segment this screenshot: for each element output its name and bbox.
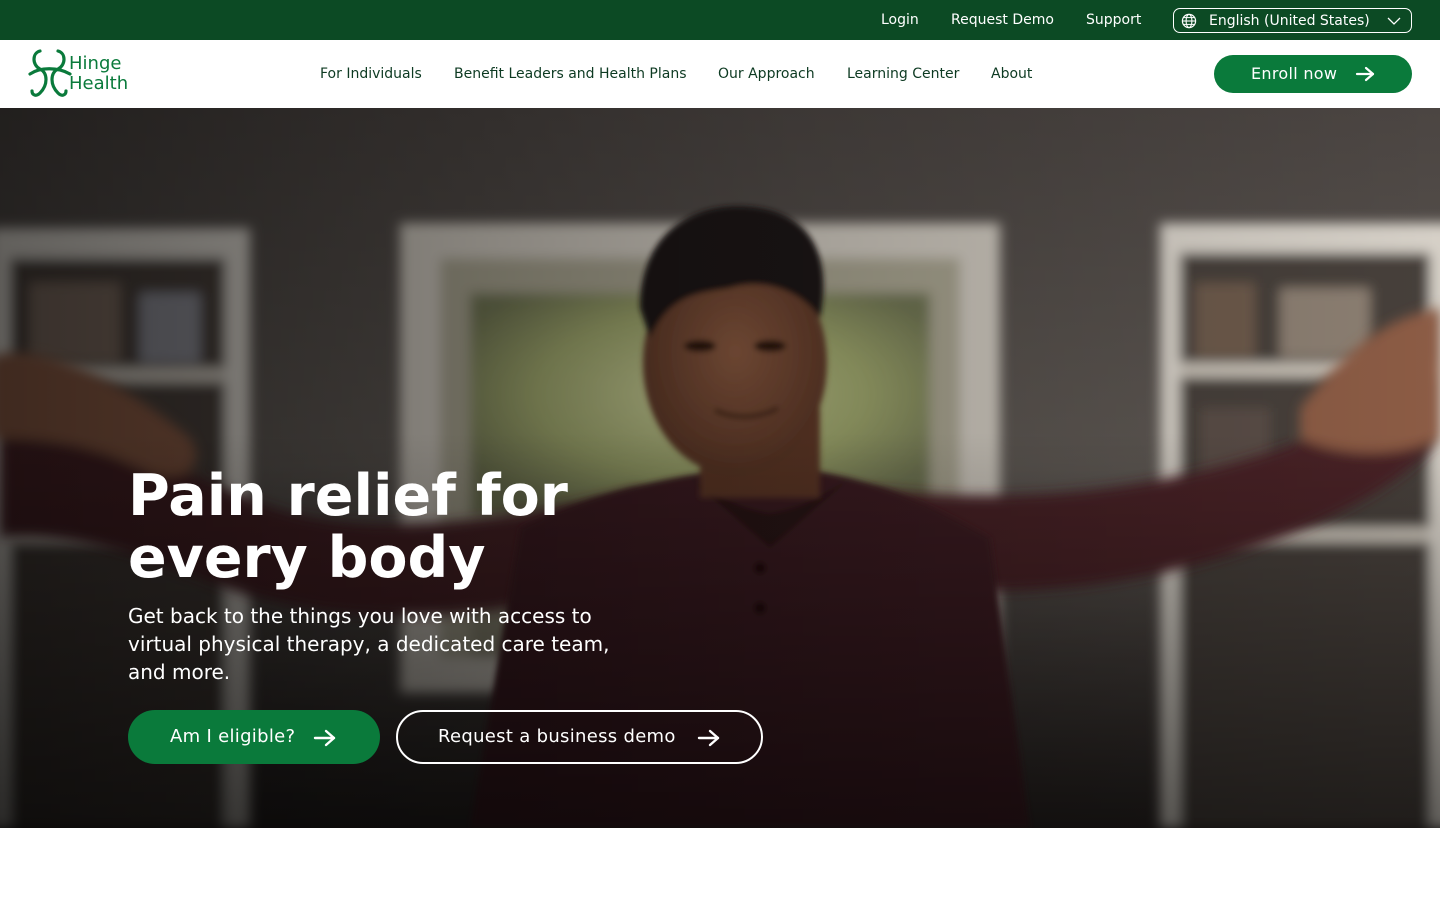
logo-text-line2: Health (69, 73, 129, 94)
nav-item-learning-center[interactable]: Learning Center (847, 65, 959, 83)
hinge-health-logo[interactable]: Hinge Health (28, 49, 148, 99)
request-demo-link[interactable]: Request Demo (951, 11, 1054, 29)
hinge-health-logo-mark (28, 49, 72, 97)
hero-subtext: Get back to the things you love with acc… (128, 604, 610, 684)
hero-headline-line1: Pain relief for (128, 463, 568, 529)
login-link[interactable]: Login (881, 11, 919, 29)
main-nav: Hinge Health For Individuals Benefit Lea… (0, 40, 1440, 108)
am-i-eligible-button[interactable]: Am I eligible? (128, 710, 380, 764)
chevron-down-icon (1387, 17, 1401, 25)
hero-headline: Pain relief for every body (128, 465, 688, 589)
arrow-right-icon (1355, 66, 1375, 82)
language-select[interactable]: English (United States) (1173, 8, 1412, 33)
globe-icon (1181, 13, 1197, 29)
language-select-value: English (United States) (1209, 13, 1370, 29)
utility-bar: Login Request Demo Support English (Unit… (0, 0, 1440, 40)
arrow-right-icon (697, 729, 720, 747)
am-i-eligible-label: Am I eligible? (170, 726, 296, 747)
nav-item-benefit-leaders[interactable]: Benefit Leaders and Health Plans (454, 65, 687, 83)
enroll-now-label: Enroll now (1251, 64, 1338, 83)
arrow-right-icon (313, 729, 336, 747)
hero-section: Pain relief for every body Get back to t… (0, 108, 1440, 828)
logo-text-line1: Hinge (69, 53, 122, 74)
support-link[interactable]: Support (1086, 11, 1141, 29)
nav-item-about[interactable]: About (991, 65, 1032, 83)
nav-item-for-individuals[interactable]: For Individuals (320, 65, 422, 83)
nav-item-our-approach[interactable]: Our Approach (718, 65, 815, 83)
enroll-now-button[interactable]: Enroll now (1214, 55, 1412, 93)
request-business-demo-label: Request a business demo (438, 726, 676, 747)
request-business-demo-button[interactable]: Request a business demo (396, 710, 763, 764)
hero-headline-line2: every body (128, 525, 486, 591)
